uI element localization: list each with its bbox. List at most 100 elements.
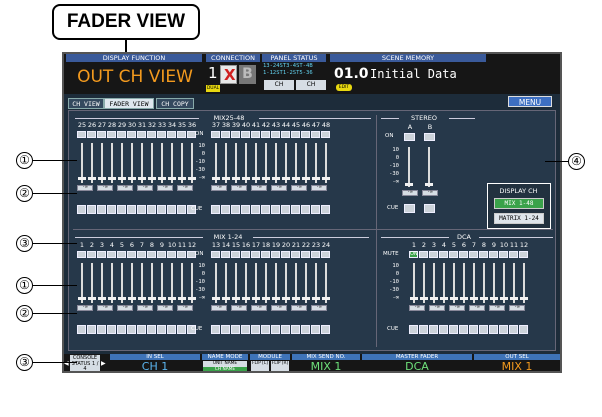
mix-lower-l-3-fader-knob[interactable] [98,297,106,300]
dca-11-on-button[interactable] [509,251,518,258]
connection-b-button[interactable]: B [239,65,256,84]
mix-lower-l-2-fader-knob[interactable] [88,297,96,300]
mix-upper-r-40-cue-button[interactable] [241,205,250,214]
mix-upper-r-45-on-button[interactable] [291,131,300,138]
mix-upper-l-27-fader-knob[interactable] [98,177,106,180]
mix-upper-l-32-on-button[interactable] [147,131,156,138]
mix-lower-r-19-cue-button[interactable] [271,325,280,334]
mix-upper-r-37-cue-button[interactable] [211,205,220,214]
dca-10-cue-button[interactable] [499,325,508,334]
mix-lower-r-17-fader-knob[interactable] [252,297,260,300]
mix-upper-r-44-fader-knob[interactable] [282,177,290,180]
mix-lower-l-7-cue-button[interactable] [137,325,146,334]
mix-lower-l-5-cue-button[interactable] [117,325,126,334]
dca-3-fader-knob[interactable] [430,297,438,300]
dca-4-on-button[interactable] [439,251,448,258]
mix-upper-l-34-fader-knob[interactable] [168,177,176,180]
name-mode-unit-name[interactable]: UNIT NAME [203,361,247,367]
mix-upper-l-28-on-button[interactable] [107,131,116,138]
mix-upper-l-25-cue-button[interactable] [77,205,86,214]
mix-lower-r-23-fader-knob[interactable] [312,297,320,300]
mix-upper-l-25-on-button[interactable] [77,131,86,138]
mix-lower-r-13-cue-button[interactable] [211,325,220,334]
mix-upper-r-44-cue-button[interactable] [281,205,290,214]
mix-lower-r-22-cue-button[interactable] [301,325,310,334]
panel-status-button-2[interactable]: CH [296,80,326,90]
mix-lower-r-16-fader-knob[interactable] [242,297,250,300]
mix-upper-r-42-cue-button[interactable] [261,205,270,214]
mix-upper-r-43-fader-knob[interactable] [272,177,280,180]
tab-ch-view[interactable]: CH VIEW [68,98,104,109]
mix-lower-l-6-on-button[interactable] [127,251,136,258]
scene-name[interactable]: Initial Data [370,65,457,83]
mix-lower-l-9-fader-knob[interactable] [158,297,166,300]
mix-lower-r-24-cue-button[interactable] [321,325,330,334]
mix-lower-r-21-on-button[interactable] [291,251,300,258]
mix-upper-r-48-on-button[interactable] [321,131,330,138]
mix-lower-l-2-cue-button[interactable] [87,325,96,334]
mix-lower-r-18-fader-knob[interactable] [262,297,270,300]
mix-lower-l-6-cue-button[interactable] [127,325,136,334]
mix-upper-l-29-cue-button[interactable] [117,205,126,214]
console-status-button[interactable]: CONSOLE STATUS 1 / 4 [70,355,100,371]
dca-10-fader-knob[interactable] [500,297,508,300]
dca-8-fader-knob[interactable] [480,297,488,300]
mix-lower-l-1-on-button[interactable] [77,251,86,258]
mix-upper-r-38-cue-button[interactable] [221,205,230,214]
mix-upper-r-42-on-button[interactable] [261,131,270,138]
mix-upper-r-48-cue-button[interactable] [321,205,330,214]
mix-lower-l-4-cue-button[interactable] [107,325,116,334]
mix-lower-r-13-on-button[interactable] [211,251,220,258]
mix-upper-l-29-fader-knob[interactable] [118,177,126,180]
mix-upper-l-30-on-button[interactable] [127,131,136,138]
mix-upper-l-30-fader-knob[interactable] [128,177,136,180]
dca-7-cue-button[interactable] [469,325,478,334]
out-sel-value[interactable]: MIX 1 [474,360,560,371]
dca-1-cue-button[interactable] [409,325,418,334]
mix-lower-r-20-fader-knob[interactable] [282,297,290,300]
mix-upper-r-46-on-button[interactable] [301,131,310,138]
mix-upper-r-44-on-button[interactable] [281,131,290,138]
dca-1-on-button[interactable]: ON [409,251,418,258]
mix-lower-r-19-on-button[interactable] [271,251,280,258]
mix-upper-r-39-cue-button[interactable] [231,205,240,214]
mix-upper-r-42-fader-knob[interactable] [262,177,270,180]
mix-upper-l-33-on-button[interactable] [157,131,166,138]
dca-4-cue-button[interactable] [439,325,448,334]
mix-upper-r-39-on-button[interactable] [231,131,240,138]
mix-lower-r-18-on-button[interactable] [261,251,270,258]
dca-2-on-button[interactable] [419,251,428,258]
connection-a-button[interactable]: X [220,65,237,84]
mix-lower-r-23-cue-button[interactable] [311,325,320,334]
dca-9-on-button[interactable] [489,251,498,258]
mix-upper-l-31-cue-button[interactable] [137,205,146,214]
tab-fader-view[interactable]: FADER VIEW [104,98,154,109]
mix-upper-l-25-fader-knob[interactable] [78,177,86,180]
mix-upper-l-28-cue-button[interactable] [107,205,116,214]
mix-send-value[interactable]: MIX 1 [292,360,360,371]
dca-7-on-button[interactable] [469,251,478,258]
mix-lower-r-22-on-button[interactable] [301,251,310,258]
mix-lower-l-1-fader-knob[interactable] [78,297,86,300]
dca-12-on-button[interactable] [519,251,528,258]
module-flip-r[interactable]: FLIP [R] [271,361,289,371]
mix-lower-r-17-on-button[interactable] [251,251,260,258]
mix-lower-l-8-fader-knob[interactable] [148,297,156,300]
mix-upper-l-27-cue-button[interactable] [97,205,106,214]
mix-upper-r-47-cue-button[interactable] [311,205,320,214]
menu-button[interactable]: MENU [508,96,552,107]
mix-lower-l-6-fader-knob[interactable] [128,297,136,300]
stereo-b-cue-button[interactable] [424,204,435,213]
mix-lower-r-21-fader-knob[interactable] [292,297,300,300]
mix-lower-l-3-on-button[interactable] [97,251,106,258]
mix-lower-r-15-cue-button[interactable] [231,325,240,334]
stereo-b-on-button[interactable] [424,133,435,141]
master-fader-value[interactable]: DCA [362,360,472,371]
mix-upper-r-46-fader-knob[interactable] [302,177,310,180]
panel-status-button-1[interactable]: CH [264,80,294,90]
dca-12-cue-button[interactable] [519,325,528,334]
mix-upper-l-35-on-button[interactable] [177,131,186,138]
console-status-next-icon[interactable]: ▶ [101,356,106,371]
mix-upper-l-26-cue-button[interactable] [87,205,96,214]
display-function-value[interactable]: OUT CH VIEW [70,64,200,90]
